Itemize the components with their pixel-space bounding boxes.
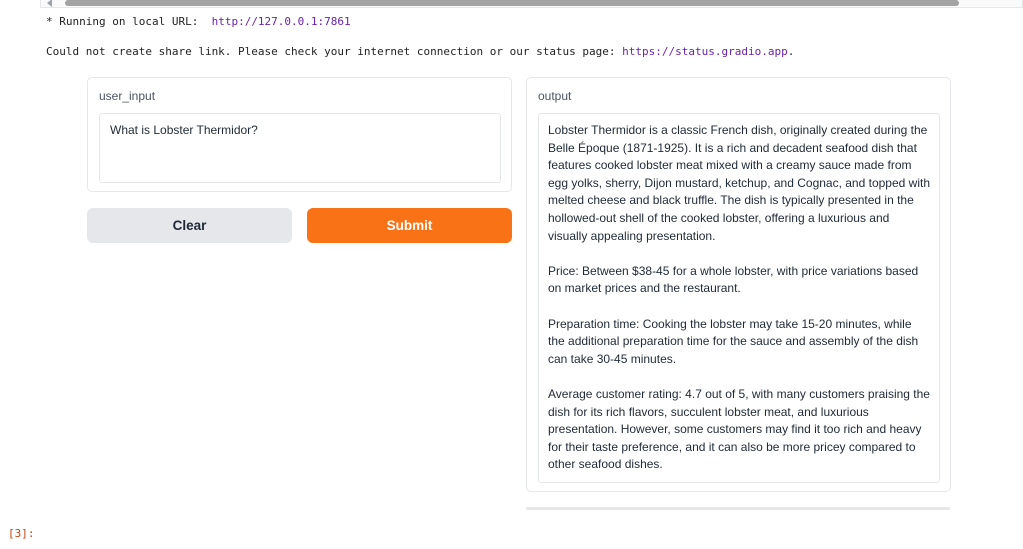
submit-button[interactable]: Submit <box>307 208 512 243</box>
running-prefix: * Running on local URL: <box>46 15 212 28</box>
local-url-link[interactable]: http://127.0.0.1:7861 <box>212 15 351 28</box>
scrollbar-thumb[interactable] <box>65 0 959 6</box>
clear-button[interactable]: Clear <box>87 208 292 243</box>
input-panel: user_input What is Lobster Thermidor? <box>87 77 512 192</box>
share-suffix: . <box>787 45 795 58</box>
running-url-line: * Running on local URL: http://127.0.0.1… <box>46 15 351 28</box>
output-label: output <box>538 89 572 103</box>
output-panel: output Lobster Thermidor is a classic Fr… <box>526 77 951 492</box>
cell-execution-prompt: [3]: <box>8 527 35 540</box>
output-paragraph: Average customer rating: 4.7 out of 5, w… <box>548 386 930 472</box>
share-message: Could not create share link. Please chec… <box>46 45 623 58</box>
output-paragraph: Lobster Thermidor is a classic French di… <box>548 123 930 243</box>
input-label: user_input <box>99 89 156 103</box>
user-input-textbox[interactable]: What is Lobster Thermidor? <box>99 113 501 183</box>
output-paragraph: Preparation time: Cooking the lobster ma… <box>548 316 919 366</box>
share-link-line: Could not create share link. Please chec… <box>46 45 794 58</box>
status-page-link[interactable]: https://status.gradio.app <box>622 45 788 58</box>
output-paragraph: Price: Between $38-45 for a whole lobste… <box>548 263 919 296</box>
horizontal-scrollbar[interactable] <box>40 0 1023 8</box>
output-textbox[interactable]: Lobster Thermidor is a classic French di… <box>538 113 940 483</box>
next-component-edge <box>526 507 950 510</box>
scroll-left-arrow-icon[interactable] <box>47 0 52 7</box>
